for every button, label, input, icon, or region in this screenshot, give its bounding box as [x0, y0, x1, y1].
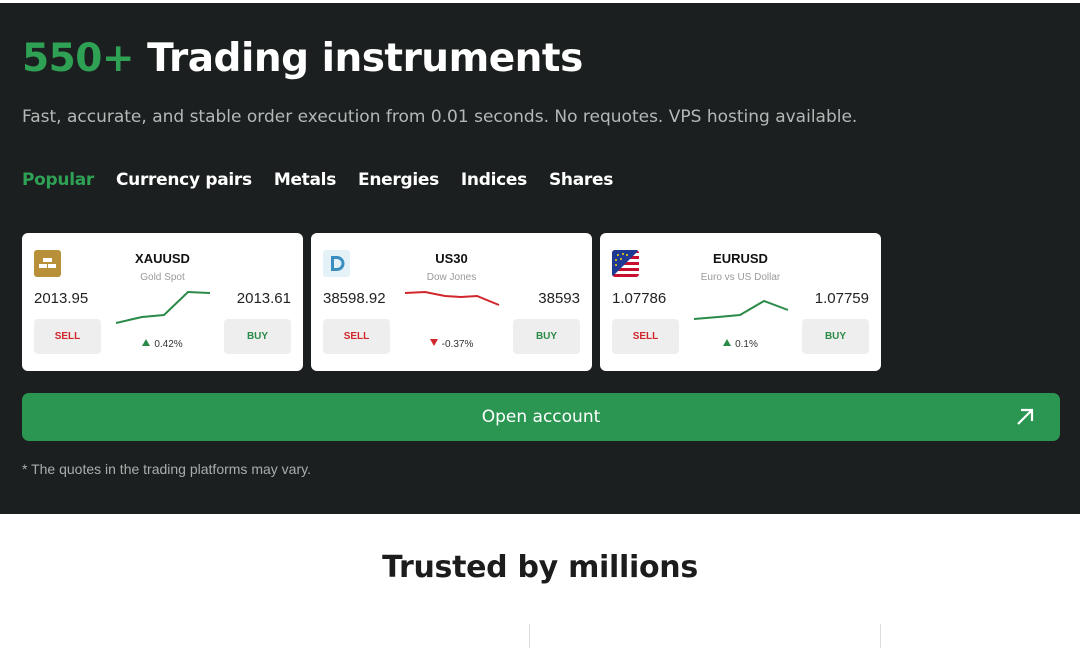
- instrument-description: Dow Jones: [426, 272, 477, 283]
- price-change: -0.37%: [311, 339, 592, 350]
- ask-price: 38593: [538, 290, 580, 307]
- title-text: Trading instruments: [147, 36, 583, 81]
- instrument-symbol: EURUSD: [713, 251, 768, 266]
- tab-energies[interactable]: Energies: [358, 170, 439, 190]
- bid-price: 1.07786: [612, 290, 667, 307]
- instrument-tabs: Popular Currency pairs Metals Energies I…: [22, 170, 613, 190]
- tab-popular[interactable]: Popular: [22, 170, 94, 190]
- instrument-symbol: XAUUSD: [135, 251, 190, 266]
- instrument-card-xauusd[interactable]: XAUUSD Gold Spot 2013.95 2013.61 SELL BU…: [22, 233, 303, 371]
- change-value: 0.1%: [735, 339, 758, 350]
- instrument-card-eurusd[interactable]: EURUSD Euro vs US Dollar 1.07786 1.07759…: [600, 233, 881, 371]
- triangle-down-icon: [429, 339, 438, 346]
- bid-price: 38598.92: [323, 290, 386, 307]
- price-change: 0.1%: [600, 339, 881, 350]
- sparkline-chart: [693, 299, 789, 320]
- ask-price: 1.07759: [814, 290, 869, 307]
- page-title: 550+ Trading instruments: [22, 36, 583, 81]
- title-accent: 550+: [22, 36, 135, 81]
- quotes-disclaimer: * The quotes in the trading platforms ma…: [22, 461, 311, 477]
- triangle-up-icon: [142, 339, 151, 346]
- bid-price: 2013.95: [34, 290, 89, 307]
- instrument-card-us30[interactable]: US30 Dow Jones 38598.92 38593 SELL BUY -…: [311, 233, 592, 371]
- tab-shares[interactable]: Shares: [549, 170, 613, 190]
- triangle-up-icon: [723, 339, 732, 346]
- stat-divider: [880, 624, 881, 648]
- instrument-symbol: US30: [435, 251, 468, 266]
- instrument-description: Gold Spot: [140, 272, 185, 283]
- open-account-button[interactable]: Open account: [22, 393, 1060, 441]
- change-value: -0.37%: [441, 339, 474, 350]
- arrow-up-right-icon: [1017, 408, 1034, 425]
- tab-indices[interactable]: Indices: [461, 170, 527, 190]
- tab-metals[interactable]: Metals: [274, 170, 337, 190]
- sparkline-chart: [404, 290, 500, 306]
- open-account-label: Open account: [481, 407, 601, 427]
- page-subtitle: Fast, accurate, and stable order executi…: [22, 107, 858, 127]
- change-value: 0.42%: [154, 339, 183, 350]
- price-change: 0.42%: [22, 339, 303, 350]
- ask-price: 2013.61: [236, 290, 291, 307]
- stat-divider: [529, 624, 530, 648]
- trusted-heading: Trusted by millions: [382, 550, 698, 585]
- sparkline-chart: [115, 290, 211, 324]
- tab-currency-pairs[interactable]: Currency pairs: [116, 170, 252, 190]
- instrument-description: Euro vs US Dollar: [700, 272, 781, 283]
